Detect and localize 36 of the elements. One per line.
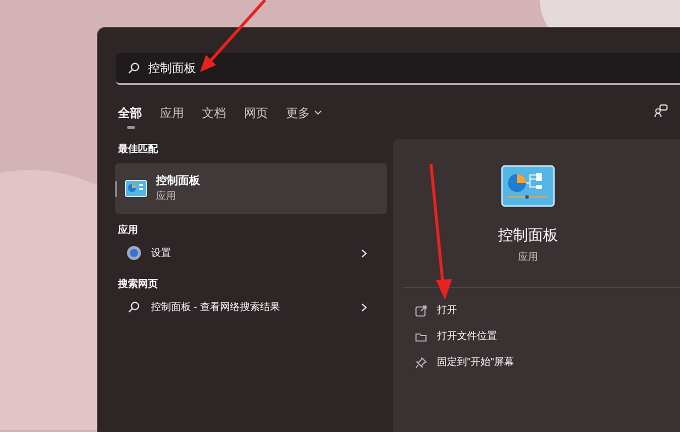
result-label: 设置 <box>151 246 172 260</box>
search-icon <box>127 301 141 313</box>
section-heading: 应用 <box>117 223 139 238</box>
result-item[interactable]: 控制面板 - 查看网络搜索结果 <box>115 292 387 322</box>
result-subtitle: 应用 <box>156 190 177 204</box>
control-panel-icon <box>501 165 555 207</box>
app-type: 应用 <box>518 250 538 264</box>
chevron-down-icon <box>314 110 322 116</box>
result-label: 控制面板 - 查看网络搜索结果 <box>151 300 281 314</box>
action-label: 固定到"开始"屏幕 <box>437 356 514 370</box>
section-heading: 搜索网页 <box>116 278 159 292</box>
filter-tab[interactable]: 更多 <box>286 104 322 129</box>
result-title: 控制面板 <box>156 174 200 189</box>
best-match-item[interactable]: 控制面板 应用 <box>115 163 387 214</box>
chevron-right-icon <box>361 248 367 258</box>
search-field[interactable]: 控制面板 <box>116 53 680 85</box>
control-panel-icon <box>125 180 147 197</box>
action-item[interactable]: 打开文件位置 <box>415 324 680 350</box>
open-external-icon <box>415 304 427 316</box>
chevron-right-icon <box>361 302 367 312</box>
folder-icon <box>415 330 427 342</box>
filter-tab[interactable]: 应用 <box>160 104 184 129</box>
search-text: 控制面板 <box>148 60 196 77</box>
filter-tab[interactable]: 全部 <box>118 104 142 129</box>
pin-icon <box>415 356 427 368</box>
action-item[interactable]: 打开 <box>415 298 680 324</box>
account-icon[interactable] <box>654 104 668 118</box>
action-label: 打开文件位置 <box>437 330 497 344</box>
action-label: 打开 <box>437 304 457 318</box>
section-heading: 最佳匹配 <box>117 142 159 157</box>
app-title: 控制面板 <box>498 226 558 246</box>
filter-tab[interactable]: 文档 <box>202 104 226 129</box>
search-icon <box>128 62 140 74</box>
action-item[interactable]: 固定到"开始"屏幕 <box>415 350 680 376</box>
result-item[interactable]: 设置 <box>115 238 387 268</box>
filter-tab[interactable]: 网页 <box>244 104 268 129</box>
